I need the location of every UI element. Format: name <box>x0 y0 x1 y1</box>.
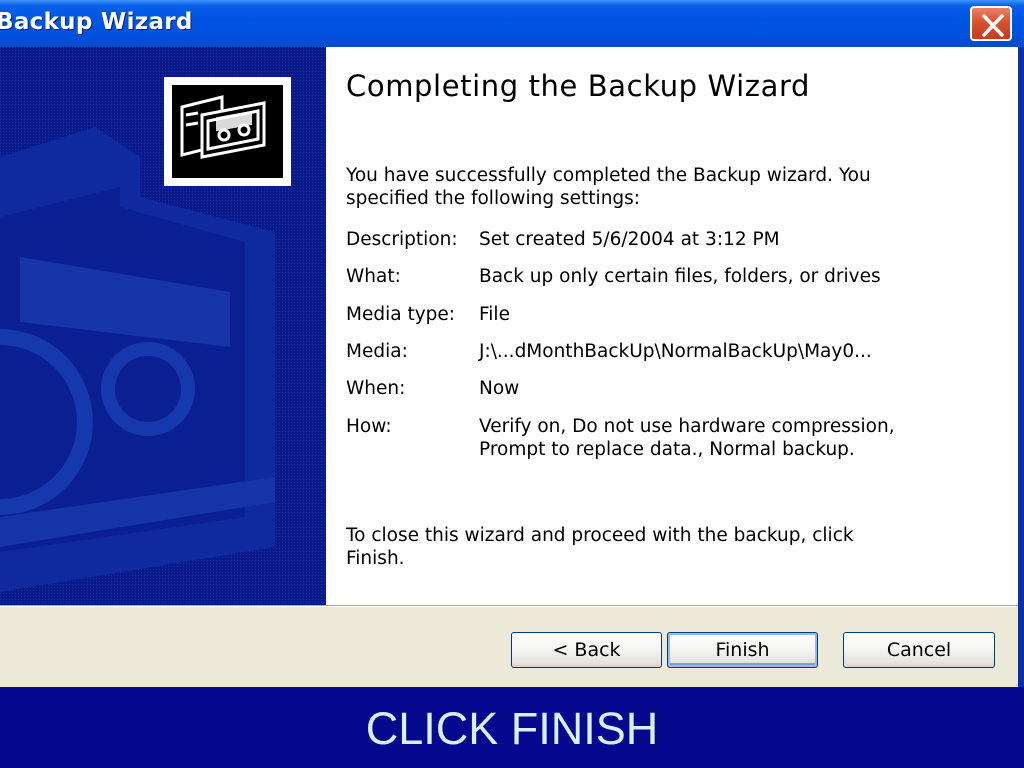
setting-label-media-type: Media type: <box>346 304 456 325</box>
button-bar: < Back Finish Cancel <box>0 607 1018 687</box>
wizard-logo <box>164 77 291 186</box>
close-icon <box>982 14 1004 37</box>
setting-label-when: When: <box>346 378 406 399</box>
setting-label-how: How: <box>346 416 392 437</box>
setting-value-media-type: File <box>479 304 510 325</box>
footer-caption: CLICK FINISH <box>365 703 659 754</box>
setting-label-what: What: <box>346 266 401 287</box>
wizard-content: Completing the Backup Wizard You have su… <box>326 47 1024 605</box>
slide-footer: CLICK FINISH <box>0 687 1024 768</box>
setting-value-what: Back up only certain files, folders, or … <box>479 266 881 287</box>
setting-value-media: J:\...dMonthBackUp\NormalBackUp\May0... <box>479 341 872 362</box>
closing-text-line1: To close this wizard and proceed with th… <box>346 525 854 546</box>
window-title: Backup Wizard <box>0 9 193 35</box>
back-button[interactable]: < Back <box>511 632 662 668</box>
setting-value-how-line2: Prompt to replace data., Normal backup. <box>479 439 855 460</box>
intro-text-line1: You have successfully completed the Back… <box>346 165 871 186</box>
setting-value-how-line1: Verify on, Do not use hardware compressi… <box>479 416 895 437</box>
setting-value-description: Set created 5/6/2004 at 3:12 PM <box>479 229 780 250</box>
setting-label-media: Media: <box>346 341 408 362</box>
setting-value-when: Now <box>479 378 520 399</box>
wizard-heading: Completing the Backup Wizard <box>346 69 811 103</box>
backup-tape-icon <box>180 95 266 159</box>
intro-text-line2: specified the following settings: <box>346 188 641 209</box>
wizard-side-panel <box>0 47 326 605</box>
title-bar: Backup Wizard <box>0 0 1024 47</box>
close-button[interactable] <box>970 6 1012 41</box>
cancel-button[interactable]: Cancel <box>843 632 995 668</box>
finish-button[interactable]: Finish <box>667 632 818 668</box>
window-border-right <box>1018 47 1024 687</box>
closing-text-line2: Finish. <box>346 548 405 569</box>
setting-label-description: Description: <box>346 229 458 250</box>
